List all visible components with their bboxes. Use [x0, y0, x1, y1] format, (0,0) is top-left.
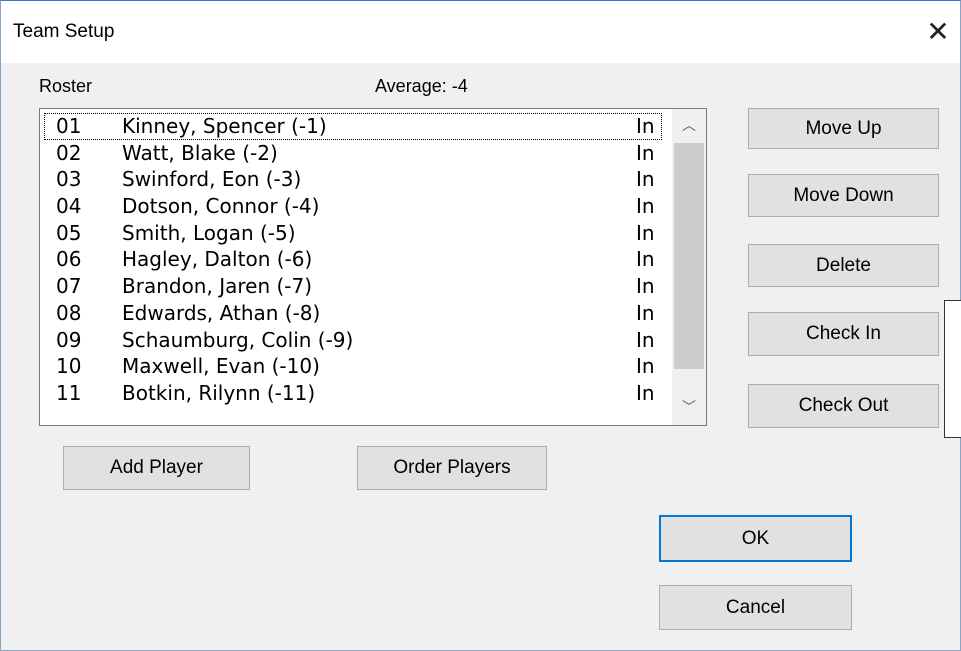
roster-row[interactable]: 09 Schaumburg, Colin (-9) In — [40, 327, 670, 354]
player-number: 07 — [56, 274, 82, 299]
roster-row[interactable]: 01 Kinney, Spencer (-1) In — [44, 113, 662, 140]
check-in-button[interactable]: Check In — [748, 312, 939, 356]
tooltip-edge — [944, 300, 961, 438]
player-status: In — [636, 354, 655, 379]
player-status: In — [636, 327, 655, 352]
roster-listbox[interactable]: 01 Kinney, Spencer (-1) In 02 Watt, Blake (-… — [39, 108, 707, 426]
player-status: In — [636, 140, 655, 165]
player-status: In — [636, 194, 655, 219]
player-name: Botkin, Rilynn (-11) — [122, 380, 316, 405]
player-name: Watt, Blake (-2) — [122, 140, 278, 165]
move-down-button[interactable]: Move Down — [748, 174, 939, 217]
player-number: 09 — [56, 327, 82, 352]
player-number: 03 — [56, 167, 82, 192]
check-out-button[interactable]: Check Out — [748, 384, 939, 428]
delete-button[interactable]: Delete — [748, 244, 939, 287]
player-number: 04 — [56, 194, 82, 219]
roster-row[interactable]: 08 Edwards, Athan (-8) In — [40, 300, 670, 327]
player-number: 11 — [56, 380, 82, 405]
window-title: Team Setup — [13, 21, 115, 42]
player-name: Edwards, Athan (-8) — [122, 300, 321, 325]
player-number: 02 — [56, 140, 82, 165]
average-label: Average: -4 — [375, 76, 468, 96]
roster-row[interactable]: 03 Swinford, Eon (-3) In — [40, 166, 670, 193]
player-number: 10 — [56, 354, 82, 379]
scrollbar-thumb[interactable] — [674, 143, 704, 369]
roster-row[interactable]: 06 Hagley, Dalton (-6) In — [40, 246, 670, 273]
player-status: In — [636, 167, 655, 192]
roster-row[interactable]: 11 Botkin, Rilynn (-11) In — [40, 380, 670, 407]
player-number: 01 — [56, 114, 82, 138]
player-name: Swinford, Eon (-3) — [122, 167, 302, 192]
team-setup-dialog: Team Setup ✕ Roster Average: -4 01 Kinney… — [0, 0, 961, 651]
player-status: In — [636, 220, 655, 245]
roster-rows: 01 Kinney, Spencer (-1) In 02 Watt, Blake (-… — [40, 113, 670, 407]
player-name: Schaumburg, Colin (-9) — [122, 327, 354, 352]
roster-row[interactable]: 10 Maxwell, Evan (-10) In — [40, 353, 670, 380]
player-status: In — [636, 274, 655, 299]
add-player-button[interactable]: Add Player — [63, 446, 250, 490]
player-number: 05 — [56, 220, 82, 245]
player-status: In — [636, 114, 655, 138]
chevron-down-icon[interactable]: ﹀ — [672, 393, 706, 423]
roster-scrollbar[interactable]: ︿ ﹀ — [672, 109, 706, 425]
roster-label: Roster — [39, 76, 93, 96]
player-status: In — [636, 380, 655, 405]
title-bar[interactable]: Team Setup ✕ — [1, 1, 960, 63]
player-number: 06 — [56, 247, 82, 272]
player-name: Smith, Logan (-5) — [122, 220, 296, 245]
roster-row[interactable]: 04 Dotson, Connor (-4) In — [40, 193, 670, 220]
player-name: Maxwell, Evan (-10) — [122, 354, 320, 379]
move-up-button[interactable]: Move Up — [748, 108, 939, 149]
player-name: Kinney, Spencer (-1) — [122, 114, 327, 138]
player-name: Dotson, Connor (-4) — [122, 194, 320, 219]
ok-button[interactable]: OK — [659, 515, 852, 562]
player-status: In — [636, 300, 655, 325]
player-status: In — [636, 247, 655, 272]
roster-row[interactable]: 02 Watt, Blake (-2) In — [40, 140, 670, 167]
player-number: 08 — [56, 300, 82, 325]
roster-row[interactable]: 05 Smith, Logan (-5) In — [40, 220, 670, 247]
order-players-button[interactable]: Order Players — [357, 446, 547, 490]
player-name: Brandon, Jaren (-7) — [122, 274, 313, 299]
close-icon[interactable]: ✕ — [919, 13, 957, 51]
cancel-button[interactable]: Cancel — [659, 585, 852, 630]
player-name: Hagley, Dalton (-6) — [122, 247, 313, 272]
roster-row[interactable]: 07 Brandon, Jaren (-7) In — [40, 273, 670, 300]
chevron-up-icon[interactable]: ︿ — [672, 111, 706, 141]
